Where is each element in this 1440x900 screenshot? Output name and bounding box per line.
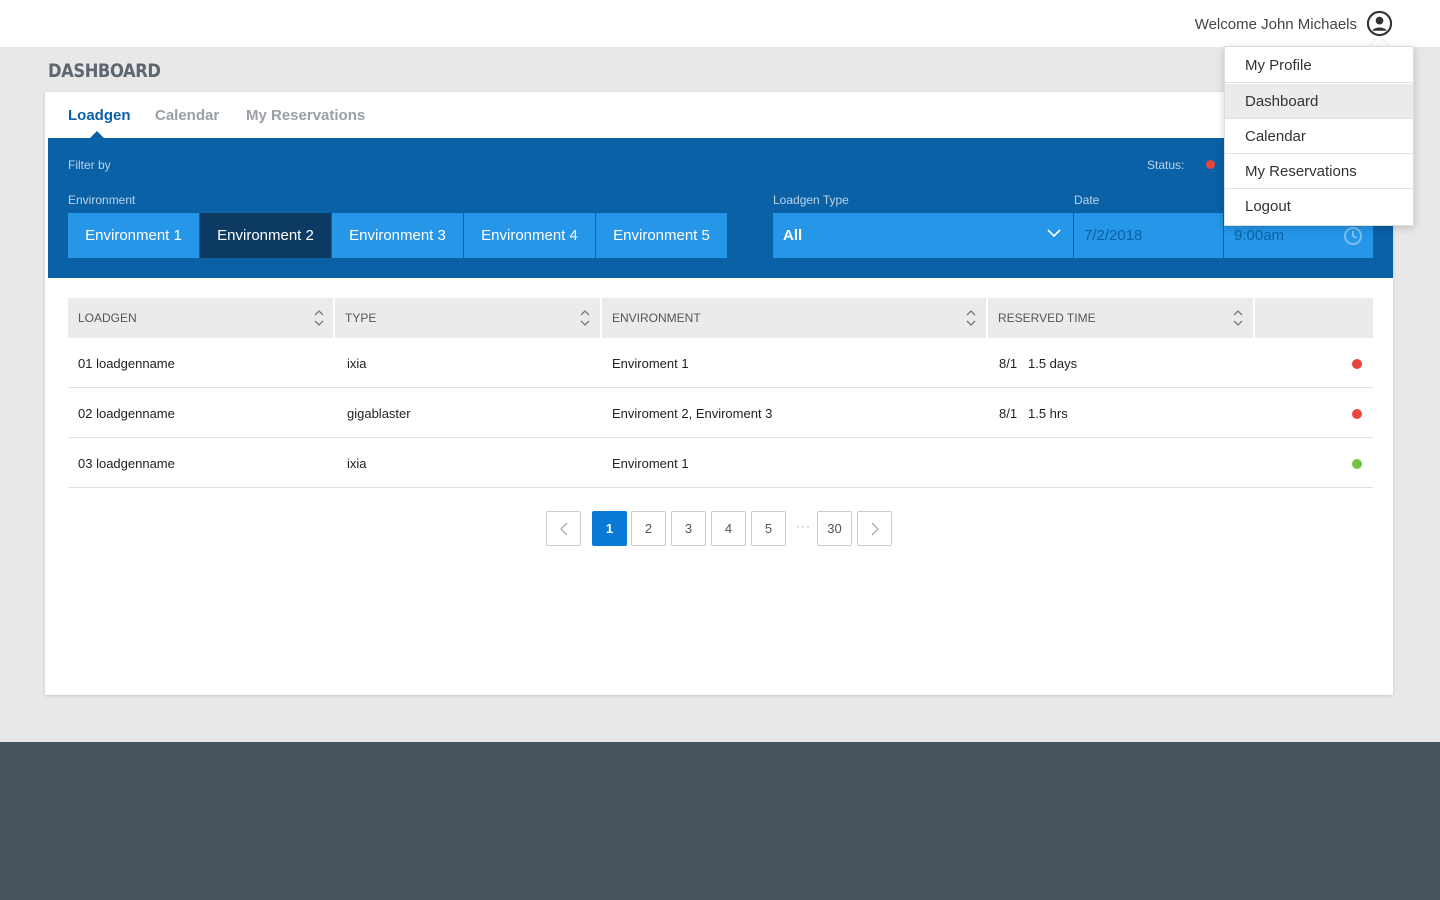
menu-item-calendar[interactable]: Calendar [1225,119,1413,154]
status-reserved-dot [1352,409,1362,419]
welcome-text: Welcome John Michaels [1194,16,1357,33]
reserved-duration-cell: 1.5 hrs [1028,406,1068,421]
type-cell: ixia [347,456,367,471]
environment-5-button[interactable]: Environment 5 [596,213,727,258]
page-1-button[interactable]: 1 [592,511,627,546]
filter-by-label: Filter by [68,158,111,172]
environment-4-button[interactable]: Environment 4 [464,213,595,258]
column-header-type[interactable]: TYPE [335,298,600,338]
column-header-loadgen[interactable]: LOADGEN [68,298,333,338]
reserved-date-cell: 8/1 [999,356,1018,371]
loadgen-cell: 01 loadgenname [78,356,175,371]
page-5-button[interactable]: 5 [751,511,786,546]
date-label: Date [1074,193,1100,207]
environment-2-button[interactable]: Environment 2 [200,213,331,258]
loadgen-cell: 03 loadgenname [78,456,175,471]
sort-icon[interactable] [579,309,591,327]
clock-icon[interactable] [1343,226,1363,246]
previous-page-button[interactable] [546,511,581,546]
menu-item-logout[interactable]: Logout [1225,189,1413,224]
filter-panel: Filter by Status: Environment Environmen… [48,138,1393,278]
menu-item-my-profile[interactable]: My Profile [1225,48,1413,83]
reserved-date-cell: 8/1 [999,406,1018,421]
sort-icon[interactable] [965,309,977,327]
chevron-down-icon [1047,229,1061,238]
status-available-dot [1352,459,1362,469]
loadgen-type-select[interactable]: All [773,213,1073,258]
chevron-left-icon [560,522,568,536]
user-circle-icon[interactable] [1366,10,1393,37]
type-cell: gigablaster [347,406,411,421]
table-row[interactable]: 01 loadgenname ixia Enviroment 1 8/1 1.5… [68,338,1373,388]
status-label: Status: [1147,158,1185,172]
dashboard-card: Loadgen Calendar My Reservations Filter … [45,92,1393,695]
status-reserved-dot[interactable] [1206,160,1215,169]
table-header: LOADGEN TYPE ENVIRONMENT RESERVED TIME [68,298,1373,338]
environment-3-button[interactable]: Environment 3 [332,213,463,258]
page-2-button[interactable]: 2 [631,511,666,546]
tab-loadgen[interactable]: Loadgen [68,107,131,124]
status-reserved-dot [1352,359,1362,369]
loadgen-type-label: Loadgen Type [773,193,849,207]
date-input[interactable]: 7/2/2018 [1074,213,1223,258]
page-4-button[interactable]: 4 [711,511,746,546]
sort-icon[interactable] [1232,309,1244,327]
time-value: 9:00am [1234,227,1285,244]
next-page-button[interactable] [857,511,892,546]
environment-cell: Enviroment 2, Enviroment 3 [612,406,773,421]
page-3-button[interactable]: 3 [671,511,706,546]
type-cell: ixia [347,356,367,371]
sort-icon[interactable] [313,309,325,327]
environment-button-group: Environment 1 Environment 2 Environment … [68,213,727,258]
reserved-duration-cell: 1.5 days [1028,356,1078,371]
column-header-environment[interactable]: ENVIRONMENT [602,298,986,338]
tab-calendar[interactable]: Calendar [155,107,219,124]
environment-1-button[interactable]: Environment 1 [68,213,199,258]
date-value: 7/2/2018 [1084,227,1143,244]
user-menu: My Profile Dashboard Calendar My Reserva… [1224,46,1414,226]
menu-item-dashboard[interactable]: Dashboard [1225,84,1413,119]
environment-label: Environment [68,193,136,207]
footer [0,742,1440,900]
pagination-ellipsis: ··· [796,519,811,533]
tab-bar: Loadgen Calendar My Reservations [45,92,1393,138]
menu-item-my-reservations[interactable]: My Reservations [1225,154,1413,189]
chevron-right-icon [871,522,879,536]
page-30-button[interactable]: 30 [817,511,852,546]
loadgen-table: LOADGEN TYPE ENVIRONMENT RESERVED TIME 0… [68,298,1373,488]
loadgen-cell: 02 loadgenname [78,406,175,421]
environment-cell: Enviroment 1 [612,356,689,371]
loadgen-type-value: All [783,227,803,244]
environment-cell: Enviroment 1 [612,456,689,471]
tab-my-reservations[interactable]: My Reservations [246,107,365,124]
table-row[interactable]: 02 loadgenname gigablaster Enviroment 2,… [68,388,1373,438]
column-header-reserved-time[interactable]: RESERVED TIME [988,298,1253,338]
table-row[interactable]: 03 loadgenname ixia Enviroment 1 [68,438,1373,488]
active-tab-indicator [90,131,104,138]
top-bar: Welcome John Michaels [0,0,1440,47]
page-title: DASHBOARD [48,60,161,82]
